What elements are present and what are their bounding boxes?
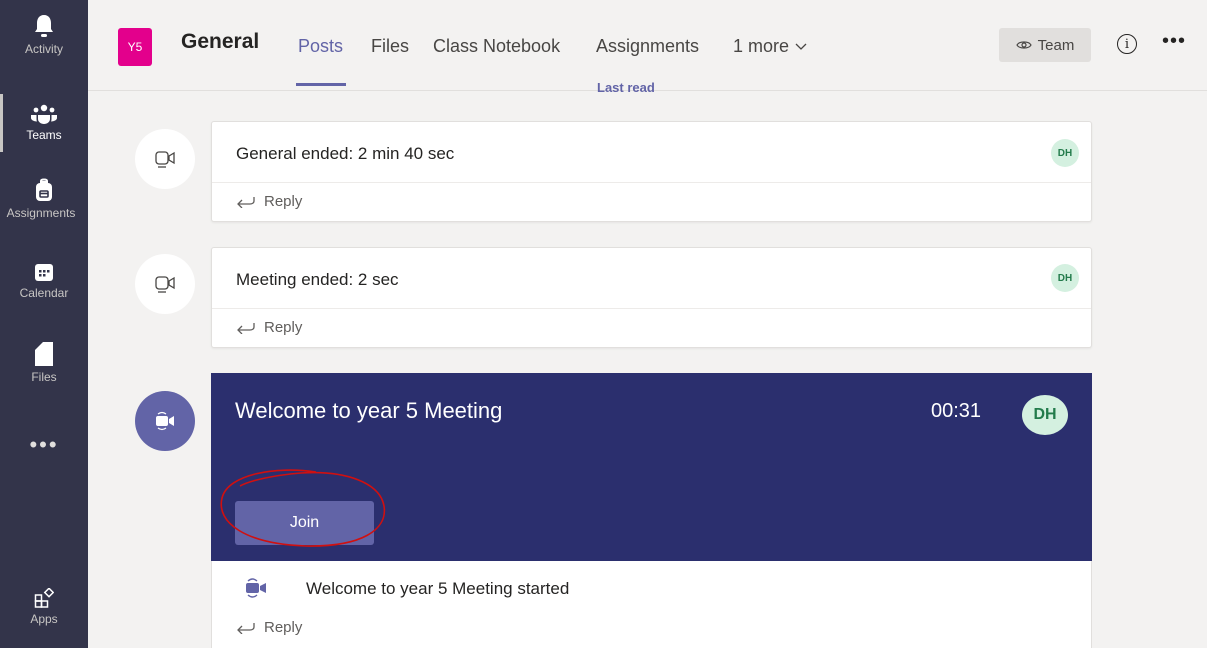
post-text: Meeting ended: 2 sec <box>236 270 399 289</box>
rail-label: Calendar <box>19 286 69 300</box>
reply-button[interactable]: Reply <box>236 193 302 210</box>
reply-label: Reply <box>264 319 303 336</box>
team-button[interactable]: Team <box>999 28 1091 62</box>
file-icon <box>35 342 53 366</box>
reply-label: Reply <box>264 619 303 636</box>
post-avatar <box>135 254 195 314</box>
tab-more[interactable]: 1 more <box>733 36 807 57</box>
reply-button[interactable]: Reply <box>236 319 302 336</box>
rail-label: Files <box>31 370 57 384</box>
rail-item-calendar[interactable]: Calendar <box>0 262 88 300</box>
team-button-label: Team <box>1037 36 1075 54</box>
post-text: General ended: 2 min 40 sec <box>236 144 455 163</box>
rail-label: Teams <box>26 128 62 142</box>
last-read-marker: Last read <box>597 80 655 95</box>
tab-files[interactable]: Files <box>371 36 409 57</box>
more-apps-icon[interactable]: ••• <box>0 432 88 458</box>
meeting-card: Welcome to year 5 Meeting 00:31 DH Join <box>211 373 1092 561</box>
rail-label: Activity <box>24 42 63 56</box>
team-avatar[interactable]: Y5 <box>118 28 152 66</box>
rail-label: Assignments <box>6 206 76 220</box>
tab-class-notebook[interactable]: Class Notebook <box>433 36 560 57</box>
rail-item-assignments[interactable]: Assignments <box>0 178 88 220</box>
meeting-title: Welcome to year 5 Meeting <box>235 398 503 423</box>
apps-icon <box>34 588 54 608</box>
tab-posts[interactable]: Posts <box>298 36 343 57</box>
active-tab-indicator <box>296 83 346 86</box>
avatar[interactable]: DH <box>1051 139 1079 167</box>
join-button[interactable]: Join <box>235 501 374 545</box>
video-camera-icon <box>156 411 174 431</box>
reply-arrow-icon <box>237 196 255 208</box>
channel-title: General <box>181 30 260 53</box>
rail-item-activity[interactable]: Activity <box>0 14 88 56</box>
meeting-camera-icon <box>155 151 175 168</box>
meeting-camera-icon <box>155 276 175 293</box>
reply-label: Reply <box>264 193 303 210</box>
rail-label: Apps <box>30 612 58 626</box>
post-body: General ended: 2 min 40 sec DH <box>212 122 1091 183</box>
tab-assignments[interactable]: Assignments <box>596 36 699 57</box>
rail-item-files[interactable]: Files <box>0 342 88 384</box>
bell-icon <box>35 15 53 37</box>
channel-header: Y5 General Posts Files Class Notebook As… <box>88 0 1207 91</box>
avatar[interactable]: DH <box>1051 264 1079 292</box>
meeting-avatar <box>135 391 195 451</box>
more-options-icon[interactable]: ••• <box>1162 30 1186 53</box>
meeting-footer: Welcome to year 5 Meeting started Reply <box>211 561 1092 648</box>
post-reply-row: Reply <box>212 309 1091 347</box>
post-reply-row: Reply <box>212 183 1091 221</box>
post-avatar <box>135 129 195 189</box>
avatar[interactable]: DH <box>1022 395 1068 435</box>
post-card: Meeting ended: 2 sec DH Reply <box>211 247 1092 348</box>
post-body: Meeting ended: 2 sec DH <box>212 248 1091 309</box>
teams-icon <box>31 104 57 124</box>
rail-item-teams[interactable]: Teams <box>0 94 88 152</box>
calendar-icon <box>35 264 53 281</box>
reply-arrow-icon <box>237 322 255 334</box>
backpack-icon <box>36 178 52 201</box>
meeting-started-text: Welcome to year 5 Meeting started <box>306 579 570 598</box>
info-icon[interactable]: i <box>1117 34 1137 54</box>
meeting-timer: 00:31 <box>931 400 982 422</box>
eye-icon <box>1015 41 1032 49</box>
reply-arrow-icon <box>237 622 255 634</box>
tab-more-label: 1 more <box>733 36 790 56</box>
video-camera-icon <box>246 578 266 598</box>
app-rail: Activity Teams Assignments Calendar File… <box>0 0 88 648</box>
post-card: General ended: 2 min 40 sec DH Reply <box>211 121 1092 222</box>
reply-button[interactable]: Reply <box>236 619 302 636</box>
chevron-down-icon <box>795 43 807 50</box>
rail-item-apps[interactable]: Apps <box>0 588 88 626</box>
